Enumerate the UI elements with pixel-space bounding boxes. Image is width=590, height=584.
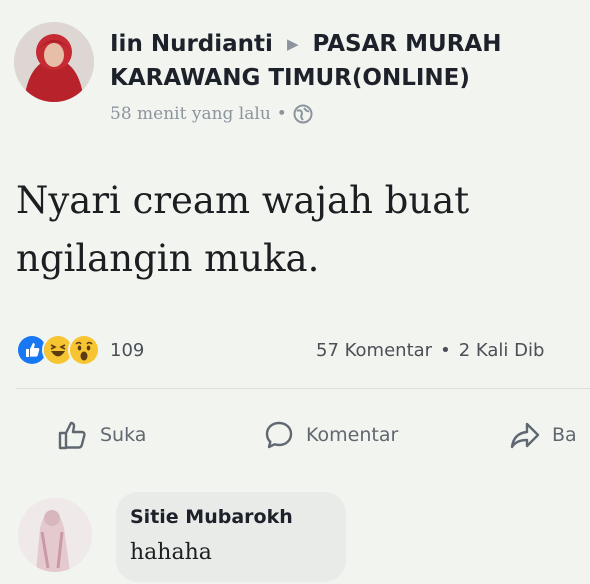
arrow-right-icon: ▶ [286, 35, 299, 53]
post-time[interactable]: 58 menit yang lalu [110, 104, 271, 124]
comment-count[interactable]: 57 Komentar [316, 340, 432, 361]
post-text-line-1: Nyari cream wajah buat [16, 179, 470, 222]
author-name[interactable]: Iin Nurdianti [110, 31, 273, 57]
comment-label: Komentar [306, 424, 399, 446]
comment-share-counts: 57 Komentar • 2 Kali Dib [316, 340, 544, 361]
share-count[interactable]: 2 Kali Dib [459, 340, 545, 361]
comment-button[interactable]: Komentar [262, 418, 398, 452]
post-meta: 58 menit yang lalu • [110, 104, 580, 124]
like-label: Suka [100, 424, 147, 446]
post-text: Nyari cream wajah buat ngilangin muka. [16, 172, 580, 288]
reaction-count: 109 [110, 339, 145, 361]
comment-item: Sitie Mubarokh hahaha [18, 492, 590, 582]
thumbs-up-icon [58, 421, 86, 450]
comment-bubble: Sitie Mubarokh hahaha [116, 492, 346, 582]
stats-separator: • [440, 339, 451, 361]
like-button[interactable]: Suka [56, 418, 146, 452]
commenter-name[interactable]: Sitie Mubarokh [130, 506, 293, 528]
share-button[interactable]: Ba [508, 418, 577, 452]
post-stats: 109 57 Komentar • 2 Kali Dib [16, 330, 590, 370]
post-actions: Suka Komentar Ba [0, 410, 590, 460]
author-avatar[interactable] [14, 22, 94, 102]
share-label: Ba [552, 424, 577, 446]
meta-separator: • [276, 104, 287, 124]
share-arrow-icon [510, 422, 540, 449]
reactions-summary[interactable]: 109 [16, 334, 144, 366]
wow-icon [68, 334, 100, 366]
post-text-line-2: ngilangin muka. [16, 237, 320, 280]
commenter-avatar[interactable] [18, 498, 92, 572]
divider [16, 388, 590, 389]
comment-text: hahaha [130, 540, 212, 565]
post-header-text: Iin Nurdianti ▶ PASAR MURAH KARAWANG TIM… [110, 28, 580, 124]
speech-bubble-icon [265, 421, 293, 449]
globe-icon [293, 104, 313, 124]
